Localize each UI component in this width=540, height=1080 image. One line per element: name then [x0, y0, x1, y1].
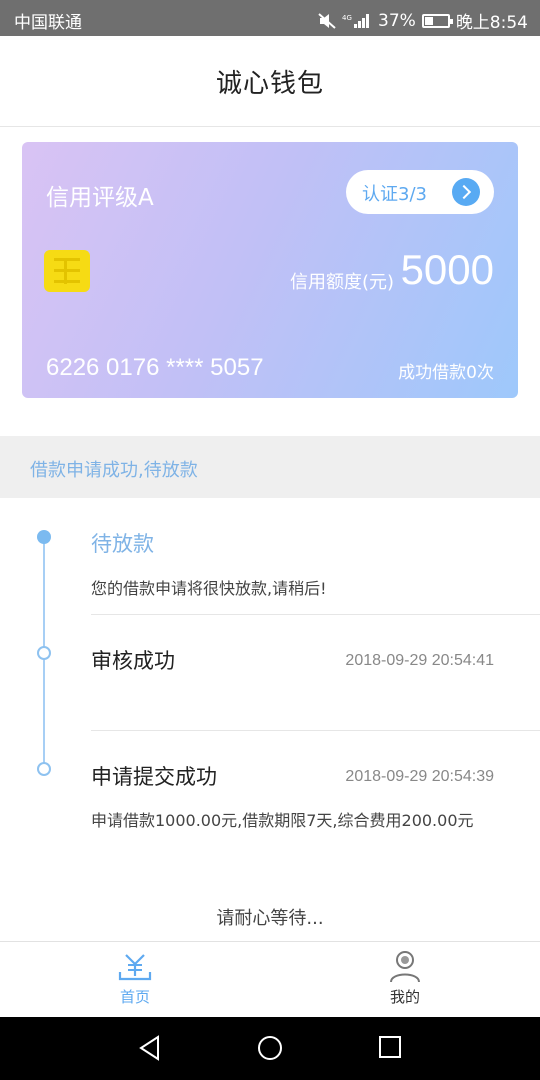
chevron-right-icon	[452, 178, 480, 206]
status-icons: 4G 37% 晚上8:54	[318, 8, 528, 33]
card-number: 6226 0176 **** 5057	[46, 354, 264, 381]
battery-icon	[421, 13, 453, 28]
timeline-step-title: 审核成功	[91, 649, 175, 673]
yuan-wallet-icon	[118, 954, 152, 981]
loan-status-text: 借款申请成功,待放款	[30, 460, 198, 481]
svg-text:4G: 4G	[342, 14, 352, 22]
loan-count: 成功借款0次	[398, 363, 494, 383]
timeline-step-desc: 您的借款申请将很快放款,请稍后!	[91, 579, 327, 598]
timeline-step-title: 待放款	[91, 532, 154, 556]
credit-limit-label: 信用额度(元)	[289, 272, 394, 293]
timeline-step-time: 2018-09-29 20:54:39	[345, 768, 494, 785]
credit-card: 信用评级A 认证3/3 信用额度(元) 5000 6226 0176 **** …	[22, 142, 518, 398]
user-icon	[390, 951, 420, 983]
tab-mine[interactable]: 我的	[270, 942, 540, 1018]
card-chip-icon	[44, 250, 90, 292]
home-circle-icon[interactable]	[257, 1035, 283, 1061]
bottom-tab-bar: 首页 我的	[0, 941, 540, 1017]
divider	[91, 730, 540, 731]
tab-home[interactable]: 首页	[0, 942, 270, 1018]
wait-message: 请耐心等待...	[216, 908, 324, 929]
timeline-dot	[37, 762, 51, 776]
tab-home-label: 首页	[119, 988, 150, 1006]
loan-status-banner: 借款申请成功,待放款	[0, 436, 540, 498]
timeline-dot-active	[37, 530, 51, 544]
credit-rating: 信用评级A	[46, 185, 154, 211]
battery-percent: 37%	[378, 10, 416, 31]
timeline-dot	[37, 646, 51, 660]
timeline-step-time: 2018-09-29 20:54:41	[345, 652, 494, 669]
verify-button[interactable]: 认证3/3	[346, 170, 494, 214]
timeline-step-desc: 申请借款1000.00元,借款期限7天,综合费用200.00元	[91, 811, 474, 830]
timeline-step-title: 申请提交成功	[91, 765, 217, 789]
title-bar: 诚心钱包	[0, 36, 540, 127]
tab-mine-label: 我的	[389, 988, 420, 1006]
mute-icon	[318, 12, 336, 29]
back-icon[interactable]	[138, 1035, 162, 1061]
carrier-name: 中国联通	[14, 13, 82, 33]
recents-icon[interactable]	[378, 1035, 402, 1059]
status-bar: 中国联通 4G 37% 晚上8:54	[0, 0, 540, 36]
verify-label: 认证3/3	[362, 184, 427, 205]
divider	[91, 614, 540, 615]
system-nav-bar	[0, 1017, 540, 1080]
page-title: 诚心钱包	[215, 68, 324, 99]
credit-limit-value: 5000	[400, 246, 494, 293]
clock: 晚上8:54	[455, 13, 528, 33]
signal-4g-icon: 4G	[342, 13, 370, 28]
